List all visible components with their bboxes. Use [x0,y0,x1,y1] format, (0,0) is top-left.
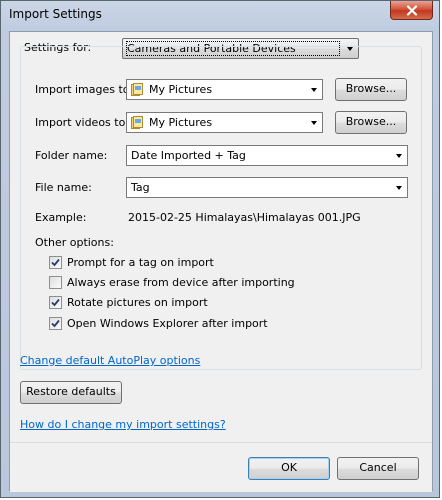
prompt-tag-checkbox[interactable] [49,256,62,269]
other-options-label: Other options: [35,236,114,249]
rotate-pictures-label[interactable]: Rotate pictures on import [67,296,208,309]
browse-images-label: Browse... [345,82,397,95]
file-name-dropdown[interactable]: Tag [126,177,408,198]
import-videos-label: Import videos to: [35,116,130,129]
dialog-footer: OK Cancel [10,443,432,492]
checkmark-icon [51,319,60,328]
import-settings-dialog: Import Settings Settings for: Cameras an… [0,0,440,498]
import-images-value: My Pictures [149,83,213,96]
erase-from-device-label[interactable]: Always erase from device after importing [67,276,295,289]
cancel-button[interactable]: Cancel [337,457,419,480]
checkmark-icon [51,258,60,267]
chevron-down-icon [396,186,402,190]
restore-defaults-label: Restore defaults [26,385,116,398]
change-autoplay-link[interactable]: Change default AutoPlay options [20,354,200,367]
window-title: Import Settings [9,7,102,21]
dialog-client-area: Settings for: Cameras and Portable Devic… [9,31,433,492]
checkmark-icon [51,298,60,307]
import-videos-dropdown[interactable]: My Pictures [126,112,323,133]
folder-name-value: Date Imported + Tag [131,149,246,162]
erase-from-device-checkbox[interactable] [49,276,62,289]
title-bar[interactable]: Import Settings [1,1,439,29]
rotate-pictures-checkbox[interactable] [49,296,62,309]
restore-defaults-button[interactable]: Restore defaults [20,381,122,404]
help-link[interactable]: How do I change my import settings? [20,418,226,431]
folder-icon [131,83,143,96]
browse-videos-button[interactable]: Browse... [335,111,407,134]
folder-name-dropdown[interactable]: Date Imported + Tag [126,145,408,166]
close-icon [406,4,417,16]
close-button[interactable] [390,1,433,20]
chevron-down-icon [396,154,402,158]
prompt-tag-label[interactable]: Prompt for a tag on import [67,256,214,269]
folder-name-label: Folder name: [35,149,108,162]
import-images-dropdown[interactable]: My Pictures [126,79,323,100]
file-name-value: Tag [131,181,150,194]
open-explorer-checkbox[interactable] [49,317,62,330]
ok-label: OK [281,461,297,474]
file-name-label: File name: [35,181,92,194]
chevron-down-icon [311,88,317,92]
import-videos-value: My Pictures [149,116,213,129]
cancel-label: Cancel [359,461,397,474]
example-label: Example: [35,211,87,224]
settings-group-box: Import images to: My Pictures Browse... … [20,46,422,370]
ok-button[interactable]: OK [248,457,330,480]
example-value: 2015-02-25 Himalayas\Himalayas 001.JPG [128,211,361,224]
open-explorer-label[interactable]: Open Windows Explorer after import [67,317,268,330]
import-images-label: Import images to: [35,83,134,96]
folder-icon [131,116,143,129]
browse-videos-label: Browse... [345,115,397,128]
chevron-down-icon [311,121,317,125]
browse-images-button[interactable]: Browse... [335,78,407,101]
